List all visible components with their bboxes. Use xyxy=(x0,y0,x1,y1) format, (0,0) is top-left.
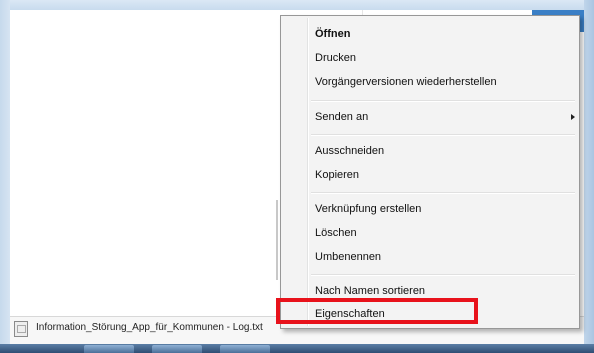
text-file-icon xyxy=(14,321,28,337)
scrollbar[interactable] xyxy=(276,200,278,280)
menu-separator xyxy=(311,134,575,136)
menu-item-send-to[interactable]: Senden an xyxy=(315,106,368,128)
window-frame-top xyxy=(0,0,594,10)
menu-item-open[interactable]: Öffnen xyxy=(315,23,350,45)
submenu-arrow-icon xyxy=(571,114,575,120)
taskbar-button[interactable] xyxy=(152,345,202,353)
window-frame-right xyxy=(584,0,594,353)
menu-separator xyxy=(311,100,575,102)
menu-item-cut[interactable]: Ausschneiden xyxy=(315,140,384,162)
menu-separator xyxy=(311,274,575,276)
menu-icon-gutter xyxy=(307,18,309,326)
file-name-label[interactable]: Information_Störung_App_für_Kommunen - L… xyxy=(36,322,263,333)
menu-item-delete[interactable]: Löschen xyxy=(315,222,357,244)
taskbar-button[interactable] xyxy=(220,345,270,353)
menu-item-print[interactable]: Drucken xyxy=(315,47,356,69)
window-frame-left xyxy=(0,0,10,353)
menu-item-copy[interactable]: Kopieren xyxy=(315,164,359,186)
taskbar-button[interactable] xyxy=(84,345,134,353)
properties-highlight-box xyxy=(276,298,478,324)
menu-item-rename[interactable]: Umbenennen xyxy=(315,246,381,268)
menu-separator xyxy=(311,192,575,194)
menu-item-create-shortcut[interactable]: Verknüpfung erstellen xyxy=(315,198,421,220)
menu-item-restore-versions[interactable]: Vorgängerversionen wiederherstellen xyxy=(315,71,497,93)
context-menu: Öffnen Drucken Vorgängerversionen wieder… xyxy=(280,15,580,329)
